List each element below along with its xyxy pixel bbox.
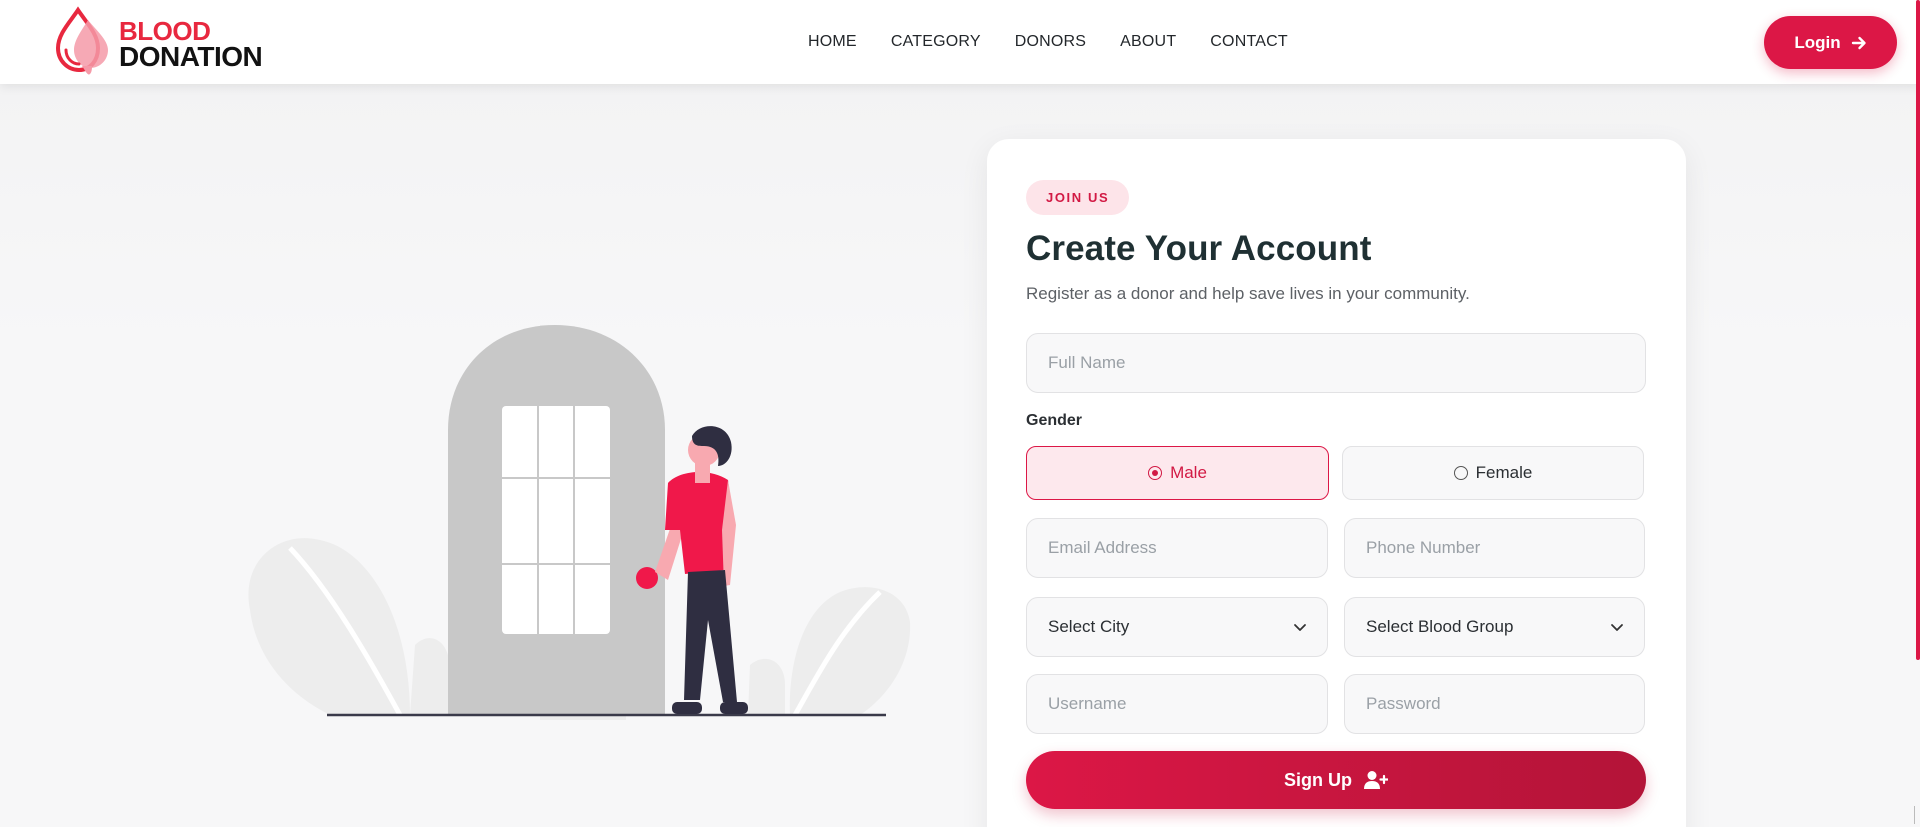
form-subtitle: Register as a donor and help save lives … [1026,284,1470,303]
password-input[interactable]: Password [1344,674,1645,734]
city-select-value: Select City [1048,617,1130,636]
arrow-right-icon [1851,36,1866,49]
main-nav: HOME CATEGORY DONORS ABOUT CONTACT [808,0,1288,84]
nav-about[interactable]: ABOUT [1120,33,1176,51]
gender-female-option[interactable]: Female [1342,446,1644,500]
user-plus-icon [1364,771,1388,789]
radio-unchecked-icon [1453,466,1468,480]
username-input[interactable]: Username [1026,674,1328,734]
blood-group-select[interactable]: Select Blood Group [1344,597,1645,657]
blood-group-select-value: Select Blood Group [1366,617,1514,636]
scroll-marker [1914,806,1915,824]
nav-donors[interactable]: DONORS [1015,33,1086,51]
person-at-door-icon [248,325,911,720]
city-select[interactable]: Select City [1026,597,1328,657]
nav-home[interactable]: HOME [808,33,857,51]
signup-card: JOIN US Create Your Account Register as … [987,139,1686,827]
gender-female-label: Female [1475,463,1533,482]
page-scrollbar[interactable] [1916,0,1920,660]
nav-contact[interactable]: CONTACT [1210,33,1288,51]
full-name-input[interactable]: Full Name [1026,333,1646,393]
hero-illustration [240,300,920,730]
signup-button-label: Sign Up [1284,769,1352,790]
gender-male-label: Male [1170,463,1207,482]
blood-drop-logo-icon [55,6,108,75]
nav-category[interactable]: CATEGORY [891,33,981,51]
chevron-down-icon [1611,624,1623,631]
brand-name-line2: DONATION [119,41,263,72]
gender-male-option[interactable]: Male [1026,446,1329,500]
chevron-down-icon [1294,624,1306,631]
radio-checked-icon [1148,466,1163,480]
site-header: BLOOD DONATION HOME CATEGORY DONORS ABOU… [0,0,1920,84]
phone-input[interactable]: Phone Number [1344,518,1645,578]
form-title: Create Your Account [1026,229,1372,268]
signup-button[interactable]: Sign Up [1026,751,1646,809]
brand-logo[interactable]: BLOOD DONATION [52,6,282,78]
join-us-badge: JOIN US [1026,180,1130,215]
email-input[interactable]: Email Address [1026,518,1328,578]
login-button-label: Login [1794,32,1841,52]
gender-label: Gender [1026,412,1083,429]
login-button[interactable]: Login [1764,16,1897,69]
